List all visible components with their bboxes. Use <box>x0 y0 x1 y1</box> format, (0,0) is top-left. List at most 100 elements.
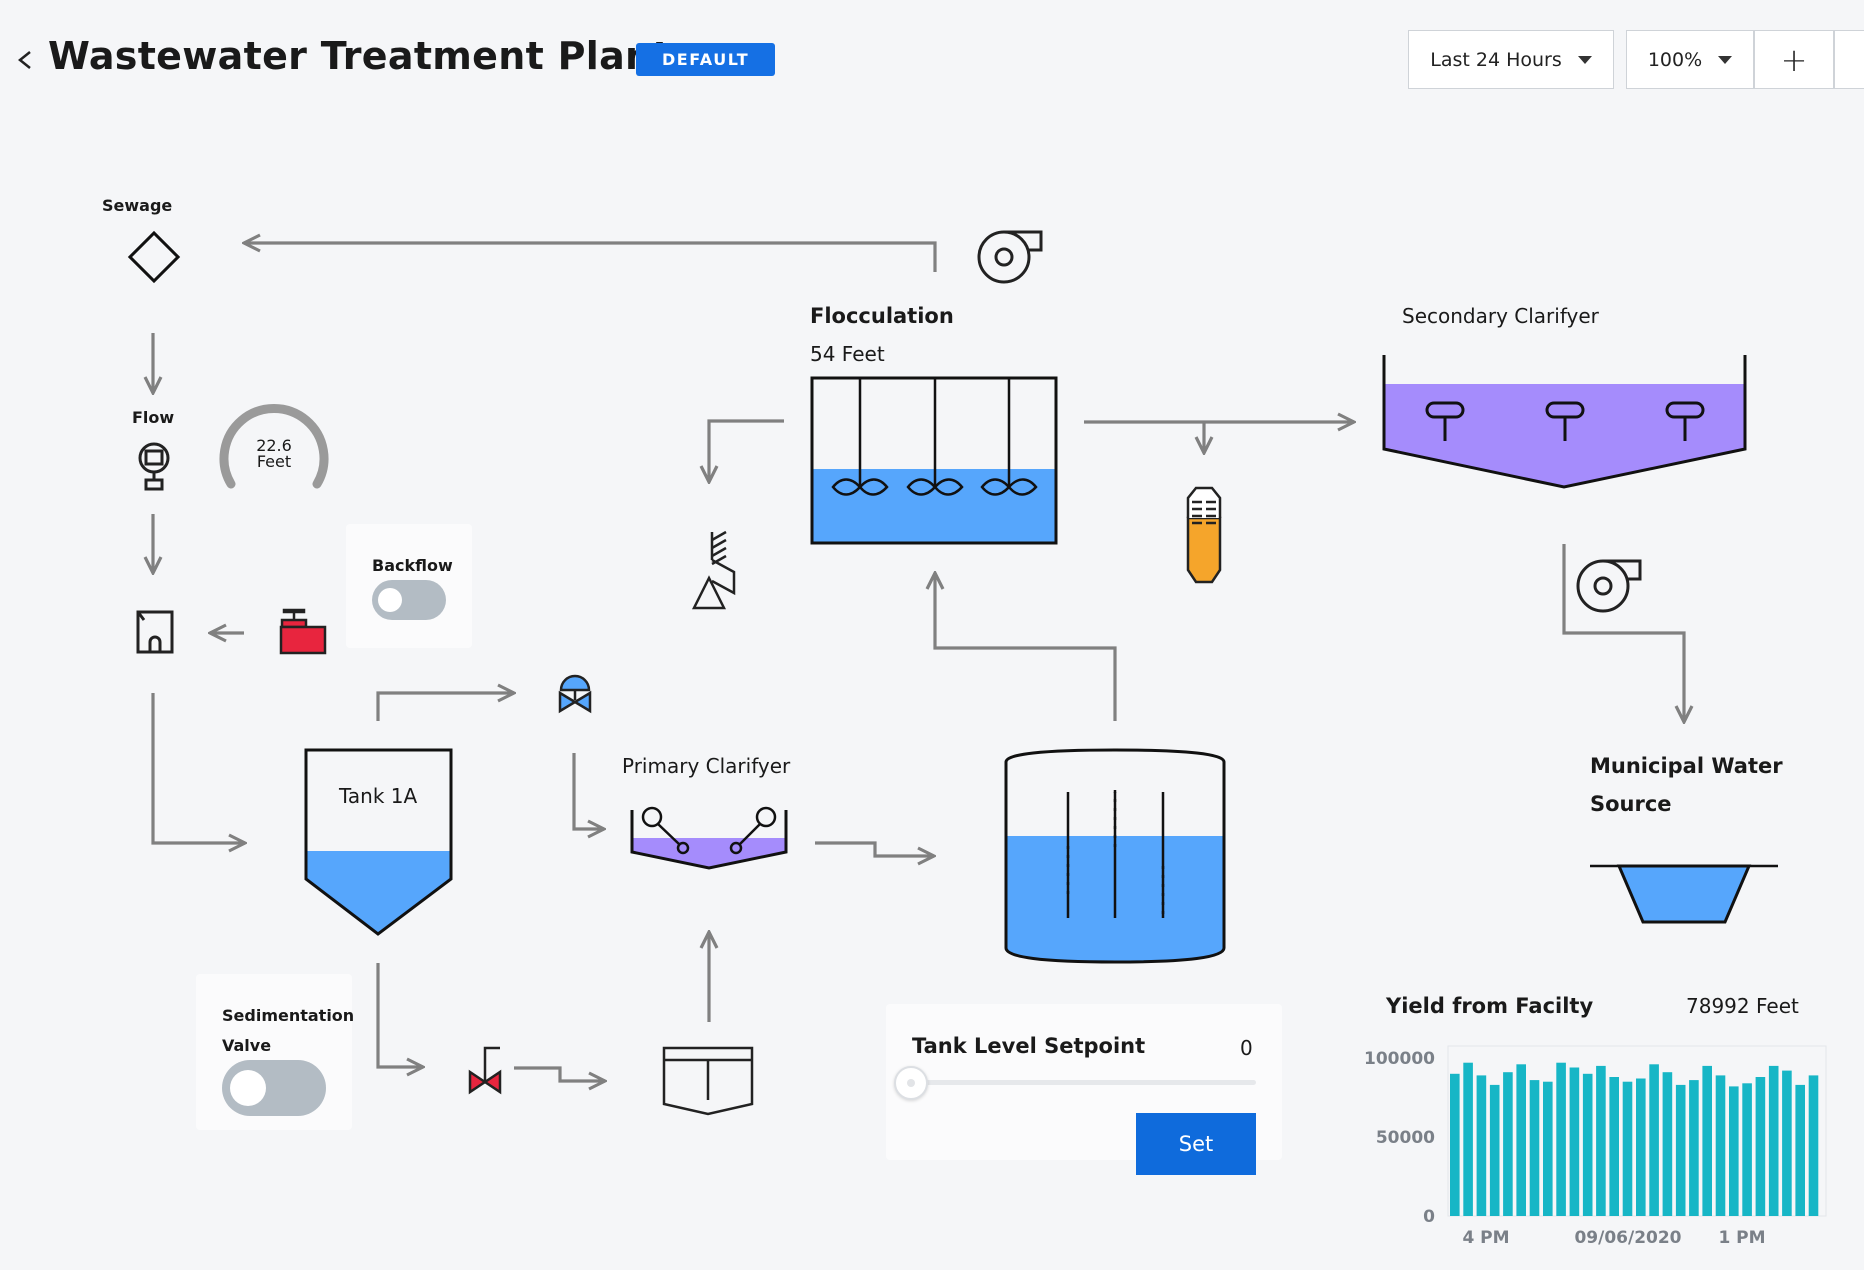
chart-bar[interactable] <box>1582 1073 1593 1216</box>
pump-icon[interactable] <box>977 230 1043 284</box>
chart-bars <box>1450 1062 1819 1217</box>
building-icon[interactable] <box>136 610 174 654</box>
tank-1a[interactable] <box>304 748 453 936</box>
chart-bar[interactable] <box>1782 1070 1792 1216</box>
time-range-select[interactable]: Last 24 Hours <box>1408 30 1614 89</box>
chart-bar[interactable] <box>1755 1077 1766 1216</box>
time-range-value: Last 24 Hours <box>1430 48 1562 71</box>
chart-bar[interactable] <box>1742 1083 1752 1216</box>
setpoint-label: Tank Level Setpoint <box>912 1034 1146 1058</box>
chart-bar[interactable] <box>1808 1075 1819 1216</box>
chart-bar[interactable] <box>1529 1080 1540 1216</box>
sedimentation-valve-panel: Sedimentation Valve <box>196 974 355 1130</box>
chemical-tank-icon[interactable] <box>1186 486 1222 584</box>
pump-icon[interactable] <box>1576 559 1642 613</box>
chart-bar[interactable] <box>1675 1084 1686 1216</box>
chart-bar[interactable] <box>1662 1072 1673 1216</box>
secondary-clarifier[interactable] <box>1382 355 1747 489</box>
pipe-control-valve-to-primary <box>572 753 604 829</box>
chart-summary: 78992 Feet <box>1686 994 1799 1018</box>
flow-label: Flow <box>132 408 175 427</box>
zoom-select[interactable]: 100% <box>1626 30 1754 89</box>
chart-bar[interactable] <box>1476 1075 1487 1216</box>
chevron-down-icon <box>1577 55 1592 64</box>
flocculation-tank[interactable] <box>810 376 1058 545</box>
chart-y-tick: 100000 <box>1364 1049 1435 1069</box>
page-title: Wastewater Treatment Plant <box>48 34 671 78</box>
sedimentation-valve-toggle[interactable] <box>222 1060 326 1116</box>
back-chevron-icon <box>17 51 31 69</box>
pipe-reservoir-to-flocculation <box>935 573 1117 721</box>
chart-y-ticks: 100000 50000 0 <box>1364 1049 1435 1227</box>
setpoint-slider-thumb[interactable] <box>894 1066 928 1100</box>
setpoint-value: 0 <box>1240 1036 1253 1060</box>
chart-y-tick: 0 <box>1423 1207 1435 1227</box>
control-valve-icon[interactable] <box>558 674 592 714</box>
toggle-knob <box>378 588 402 612</box>
back-button[interactable] <box>12 40 38 80</box>
chart-bar[interactable] <box>1450 1073 1460 1216</box>
chevron-down-icon <box>1718 55 1733 64</box>
chart-bar[interactable] <box>1503 1072 1513 1216</box>
chart-bar[interactable] <box>1768 1065 1779 1216</box>
pipe-return-to-sewage <box>244 243 937 272</box>
chart-x-ticks: 4 PM 09/06/2020 1 PM <box>1462 1228 1765 1248</box>
sewage-label: Sewage <box>102 196 173 215</box>
gauge-unit: Feet <box>256 452 292 471</box>
pipe-red-valve-to-filter <box>514 1066 605 1081</box>
sewage-diamond-icon[interactable] <box>127 230 181 284</box>
chart-bar[interactable] <box>1556 1062 1566 1216</box>
primary-clarifyer-label: Primary Clarifyer <box>622 754 791 778</box>
chart-bar[interactable] <box>1516 1064 1526 1216</box>
zoom-out-button[interactable] <box>1834 30 1864 89</box>
chart-bar[interactable] <box>1715 1075 1726 1216</box>
pipe-building-to-tank <box>151 693 245 843</box>
filter-icon[interactable] <box>662 1046 754 1116</box>
gauge-readout: 22.6 Feet <box>244 438 304 470</box>
zoom-value: 100% <box>1647 48 1703 71</box>
primary-clarifier[interactable] <box>630 806 788 870</box>
sedimentation-label-line2: Valve <box>222 1036 272 1055</box>
chart-x-tick: 1 PM <box>1718 1228 1765 1248</box>
chart-x-tick: 4 PM <box>1462 1228 1509 1248</box>
chart-x-tick: 09/06/2020 <box>1574 1228 1681 1248</box>
backflow-toggle[interactable] <box>372 580 446 620</box>
pipes <box>153 243 1684 1081</box>
secondary-clarifyer-label: Secondary Clarifyer <box>1402 304 1599 328</box>
chart-bar[interactable] <box>1689 1080 1699 1216</box>
municipal-water-basin[interactable] <box>1590 864 1778 924</box>
chart-bar[interactable] <box>1463 1062 1473 1216</box>
set-button[interactable]: Set <box>1136 1113 1256 1175</box>
toggle-knob <box>230 1070 266 1106</box>
chart-bar[interactable] <box>1636 1078 1646 1217</box>
flocculation-label: Flocculation <box>810 304 954 328</box>
chart-bar[interactable] <box>1569 1067 1580 1217</box>
setpoint-slider-track[interactable] <box>910 1080 1256 1085</box>
reservoir-tank[interactable] <box>1004 748 1226 964</box>
sedimentation-label-line1: Sedimentation <box>222 1006 355 1025</box>
valve-icon[interactable] <box>468 1046 502 1095</box>
chart-bar[interactable] <box>1543 1081 1553 1216</box>
plus-icon: + <box>1780 40 1808 79</box>
pipe-tank-to-control-valve <box>376 693 514 721</box>
chart-bar[interactable] <box>1649 1064 1659 1216</box>
chart-bar[interactable] <box>1622 1081 1633 1216</box>
pipe-tank-to-red-valve <box>376 963 423 1067</box>
zoom-in-button[interactable]: + <box>1754 30 1834 89</box>
chart-bar[interactable] <box>1702 1065 1712 1216</box>
yield-chart: 100000 50000 0 4 PM 09/06/2020 1 PM <box>1364 1045 1827 1248</box>
chart-bar[interactable] <box>1489 1084 1500 1216</box>
flow-meter-icon[interactable] <box>138 442 170 491</box>
chart-title: Yield from Facilty <box>1386 994 1594 1018</box>
flocculation-level: 54 Feet <box>810 342 885 366</box>
valve-icon[interactable] <box>279 608 327 655</box>
chart-bar[interactable] <box>1596 1065 1606 1216</box>
chart-bar[interactable] <box>1795 1084 1805 1216</box>
mixer-icon[interactable] <box>691 530 736 610</box>
chart-bar[interactable] <box>1609 1077 1619 1216</box>
chart-bar[interactable] <box>1729 1086 1739 1216</box>
pipe-primary-to-reservoir <box>815 841 934 856</box>
backflow-panel: Backflow <box>346 524 472 648</box>
pipe-flocculation-to-mixer <box>709 419 784 482</box>
municipal-water-label-line1: Municipal Water <box>1590 754 1783 778</box>
